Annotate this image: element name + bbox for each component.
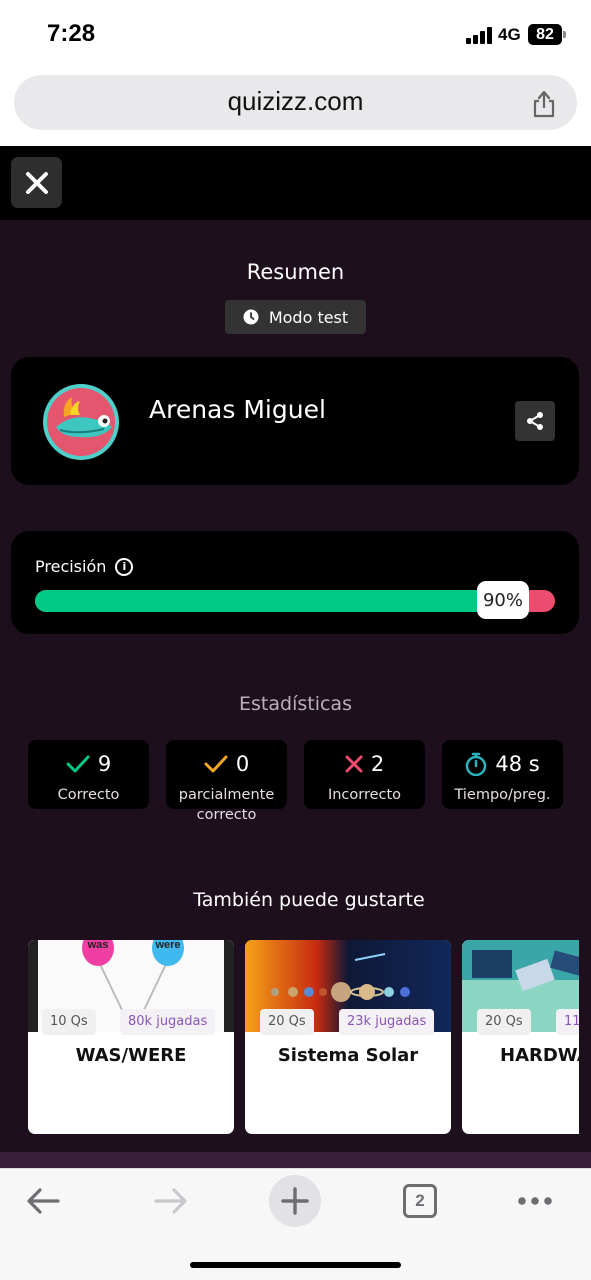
url-text[interactable]: quizizz.com xyxy=(14,86,577,117)
back-button[interactable] xyxy=(18,1175,70,1227)
tabs-icon: 2 xyxy=(403,1184,437,1218)
back-arrow-icon xyxy=(27,1188,60,1214)
share-button[interactable] xyxy=(515,401,555,441)
tab-count: 2 xyxy=(415,1191,425,1210)
avatar xyxy=(43,384,119,460)
info-icon[interactable]: i xyxy=(115,557,134,576)
more-icon xyxy=(518,1197,552,1205)
browser-toolbar: 2 xyxy=(0,1168,591,1280)
app-header xyxy=(0,146,591,220)
quiz-card-was-were[interactable]: was were 10 Qs 80k jugadas WAS/WERE xyxy=(28,940,234,1134)
battery-tip xyxy=(563,31,566,38)
stats-title: Estadísticas xyxy=(239,693,352,715)
svg-text:was: was xyxy=(87,940,109,951)
quiz-card-sistema-solar[interactable]: 20 Qs 23k jugadas Sistema Solar xyxy=(245,940,451,1134)
share-icon xyxy=(527,412,543,430)
mode-badge: Modo test xyxy=(225,300,366,334)
quiz-card-hardware-software[interactable]: 20 Qs 11 HARDWA SOFTW xyxy=(462,940,591,1134)
stat-value: 9 xyxy=(97,752,112,776)
clock-icon xyxy=(243,309,259,325)
stat-value: 0 xyxy=(235,752,250,776)
recommendations-title: También puede gustarte xyxy=(193,889,425,911)
quiz-title: WAS/WERE xyxy=(75,1045,187,1066)
app-footer-strip xyxy=(0,1152,591,1168)
forward-button[interactable] xyxy=(144,1175,196,1227)
stat-label: parcialmente correcto xyxy=(178,787,275,823)
player-name: Arenas Miguel xyxy=(149,395,326,424)
question-count-badge: 10 Qs xyxy=(42,1009,96,1035)
stat-label: Tiempo/preg. xyxy=(454,787,551,803)
accuracy-value: 90% xyxy=(477,581,529,619)
stat-time: 48 s Tiempo/preg. xyxy=(442,740,563,809)
plays-badge: 80k jugadas xyxy=(120,1009,216,1035)
new-tab-button[interactable] xyxy=(269,1175,321,1227)
accuracy-bar: 90% xyxy=(35,581,555,619)
carousel-edge xyxy=(579,920,591,1152)
check-icon xyxy=(204,755,228,773)
quiz-title: HARDWA SOFTW xyxy=(500,1045,591,1066)
address-bar[interactable]: quizizz.com xyxy=(14,75,577,130)
stat-label: Incorrecto xyxy=(327,787,402,803)
more-button[interactable] xyxy=(509,1175,561,1227)
page-title: Resumen xyxy=(246,260,345,284)
share-icon[interactable] xyxy=(530,88,558,118)
accuracy-bar-fill xyxy=(35,590,503,612)
quiz-title: Sistema Solar xyxy=(277,1045,419,1066)
plus-icon xyxy=(281,1187,309,1215)
stat-label: Correcto xyxy=(57,787,120,803)
battery-icon: 82 xyxy=(528,24,562,45)
signal-icon xyxy=(466,27,494,44)
network-type: 4G xyxy=(498,25,521,44)
stat-correct: 9 Correcto xyxy=(28,740,149,809)
player-card: Arenas Miguel xyxy=(11,357,579,485)
accuracy-label: Precisión xyxy=(35,557,107,576)
mode-label: Modo test xyxy=(268,307,349,327)
accuracy-label-row: Precisión i xyxy=(35,557,134,576)
forward-arrow-icon xyxy=(154,1188,187,1214)
close-icon xyxy=(25,171,48,194)
question-count-badge: 20 Qs xyxy=(260,1009,314,1035)
summary-panel: Resumen Modo test Arenas Miguel Precisió… xyxy=(0,220,591,1152)
x-icon xyxy=(345,755,363,773)
stat-value: 48 s xyxy=(495,752,540,776)
tabs-button[interactable]: 2 xyxy=(394,1175,446,1227)
status-bar: 7:28 4G 82 xyxy=(0,0,591,70)
stat-value: 2 xyxy=(370,752,385,776)
stat-incorrect: 2 Incorrecto xyxy=(304,740,425,809)
plays-badge: 23k jugadas xyxy=(339,1009,435,1035)
status-time: 7:28 xyxy=(47,20,96,47)
svg-text:were: were xyxy=(154,940,180,951)
stopwatch-icon xyxy=(466,752,487,776)
home-indicator xyxy=(190,1262,401,1268)
close-button[interactable] xyxy=(11,157,62,208)
check-icon xyxy=(66,755,90,773)
question-count-badge: 20 Qs xyxy=(477,1009,531,1035)
stat-partial: 0 parcialmente correcto xyxy=(166,740,287,823)
accuracy-card: Precisión i 90% xyxy=(11,531,579,634)
